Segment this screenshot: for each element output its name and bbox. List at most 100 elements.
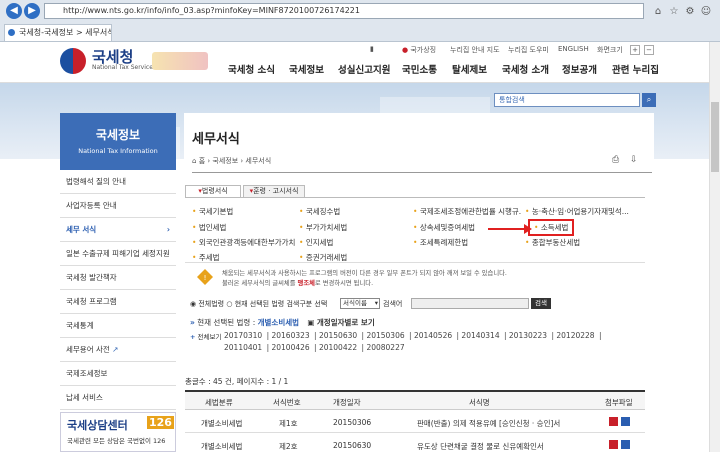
page-scrollbar[interactable] (709, 42, 720, 452)
total-count: 총글수 : 45 건, 페이지수 : 1 / 1 (185, 377, 289, 386)
date-link[interactable]: 20170310 (224, 331, 262, 340)
star-icon[interactable]: ☆ (668, 6, 680, 18)
search-icon[interactable]: ⌕ (642, 93, 656, 107)
call-center-subtitle: 국세관련 모든 상담은 국번없이 126 (67, 437, 166, 445)
cell-date: 20150306 (333, 418, 372, 427)
print-icon[interactable]: ⎙ (612, 155, 619, 165)
search-button[interactable]: 검색 (531, 298, 551, 309)
global-search-input[interactable]: 통합검색 (494, 93, 640, 107)
gear-icon[interactable]: ⚙ (684, 6, 696, 18)
sidebar-item-publications[interactable]: 국세청 발간책자 (60, 266, 176, 290)
date-link[interactable]: 20150306 (366, 331, 404, 340)
address-bar[interactable]: http://www.nts.go.kr/info/info_03.asp?mi… (44, 3, 644, 19)
selected-law-row: » 현재 선택된 법령 : 개별소비세법 ▣ 개정일자별로 보기 (190, 317, 375, 328)
home-icon[interactable]: ⌂ (652, 6, 664, 18)
util-national-symbol[interactable]: ● 국가상징 (402, 45, 436, 55)
sidebar-item-japan-support[interactable]: 일본 수출규제 피해기업 세정지원 (60, 242, 176, 266)
gnb-related[interactable]: 관련 누리집 (612, 62, 659, 76)
radio-all-icon[interactable]: ◉ (190, 300, 196, 308)
sidebar-item-intl-tax[interactable]: 국제조세정보 (60, 362, 176, 386)
sidebar-item-programs[interactable]: 국세청 프로그램 (60, 290, 176, 314)
search-keyword-input[interactable] (411, 298, 529, 309)
gnb-support[interactable]: 성실신고지원 (338, 62, 390, 76)
category-special[interactable]: • 조세특례제한법 (413, 237, 468, 248)
scrollbar-thumb[interactable] (711, 102, 719, 172)
gnb-about[interactable]: 국세청 소개 (502, 62, 549, 76)
date-link[interactable]: 20140314 (461, 331, 499, 340)
smiley-icon[interactable]: ☺ (700, 6, 712, 18)
category-property[interactable]: • 종합부동산세법 (525, 237, 580, 248)
browser-tab[interactable]: 국세청-국세정보 > 세무서식... (4, 24, 112, 41)
category-corporate[interactable]: • 법인세법 (192, 222, 226, 233)
revision-date-link[interactable]: 개정일자별로 보기 (317, 318, 375, 327)
breadcrumb-taxinfo[interactable]: 국세정보 (212, 157, 238, 165)
radio-current-icon[interactable]: ○ (226, 300, 232, 308)
download-icon[interactable]: ⇩ (630, 155, 638, 165)
category-intl-adjust[interactable]: • 국제조세조정에관한법률 시행규... (413, 206, 521, 217)
gnb-report[interactable]: 탈세제보 (452, 62, 487, 76)
sidebar-item-dictionary[interactable]: 세무용어 사전 ↗ (60, 338, 176, 362)
date-link[interactable]: 20160323 (271, 331, 309, 340)
view-all-link[interactable]: + 전체보기 (190, 331, 221, 341)
category-stamp[interactable]: • 인지세법 (299, 237, 333, 248)
sidebar-item-registration[interactable]: 사업자등록 안내 (60, 194, 176, 218)
date-link[interactable]: 20080227 (366, 343, 404, 352)
date-link[interactable]: 20120228 (556, 331, 594, 340)
zoom-out-button[interactable]: − (644, 45, 654, 55)
radio-current-label[interactable]: 현재 선택된 법령 검색구분 선택 (235, 300, 328, 308)
call-center-number: 126 (147, 416, 174, 429)
category-income-tax[interactable]: • 소득세법 (528, 219, 575, 236)
cell-name[interactable]: 판매(반출) 의제 적용유예 [승인신청 · 승인]서 (417, 418, 593, 429)
category-jingsu[interactable]: • 국세징수법 (299, 206, 340, 217)
zoom-in-button[interactable]: + (630, 45, 640, 55)
sidebar-item-statistics[interactable]: 국세통계 (60, 314, 176, 338)
sidebar-item-service[interactable]: 납세 서비스 (60, 386, 176, 410)
pdf-file-icon[interactable] (621, 417, 630, 426)
table-row[interactable]: 개별소비세법 제2호 20150630 유도상 단련채굴 결정 물로 신유예확인… (185, 434, 645, 452)
selected-law-prefix: 현재 선택된 법령 : (197, 318, 256, 327)
tab-label: 법령서식 (201, 187, 228, 195)
back-icon[interactable]: ◀ (6, 3, 22, 19)
search-type-select[interactable]: 서식이름 ▾ (340, 298, 380, 309)
pdf-file-icon[interactable] (621, 440, 630, 449)
util-helper[interactable]: 누리집 도우미 (508, 45, 549, 55)
sidebar-item-interpretation[interactable]: 법령해석 질의 안내 (60, 170, 176, 194)
sidebar-item-tax-forms[interactable]: 세무 서식 › (60, 218, 176, 242)
table-row[interactable]: 개별소비세법 제1호 20150306 판매(반출) 의제 적용유예 [승인신청… (185, 411, 645, 433)
date-link[interactable]: 20110401 (224, 343, 262, 352)
logo-subtitle: National Tax Service (92, 64, 153, 71)
gnb-disclosure[interactable]: 정보공개 (562, 62, 597, 76)
gnb-news[interactable]: 국세청 소식 (228, 62, 275, 76)
hwp-file-icon[interactable] (609, 440, 618, 449)
call-center-banner[interactable]: 국세상담센터 126 국세관련 모든 상담은 국번없이 126 (60, 412, 176, 452)
category-vat[interactable]: • 부가가치세법 (299, 222, 347, 233)
bar-icon: ▮ (370, 45, 374, 53)
tab-directive-forms[interactable]: ▾훈령 · 고시서식 (243, 185, 305, 197)
date-link[interactable]: 20100422 (319, 343, 357, 352)
category-agri[interactable]: • 농·축산·임·어업용기자재및석... (525, 206, 645, 217)
home-icon[interactable]: ⌂ (192, 157, 196, 165)
filter-bar: ◉ 전체법령 ○ 현재 선택된 법령 검색구분 선택 (190, 299, 327, 309)
nts-logo-icon[interactable] (60, 48, 86, 74)
forward-icon[interactable]: ▶ (24, 3, 40, 19)
revision-dates: 20170310 | 20160323 | 20150630 | 2015030… (224, 331, 602, 352)
tab-label: 훈령 · 고시서식 (253, 187, 299, 195)
gnb-communication[interactable]: 국민소통 (402, 62, 437, 76)
date-link[interactable]: 20150630 (319, 331, 357, 340)
gnb-taxinfo[interactable]: 국세정보 (289, 62, 324, 76)
util-english[interactable]: ENGLISH (558, 45, 589, 53)
tab-law-forms[interactable]: ▾법령서식 (185, 185, 241, 197)
util-sitemap[interactable]: 누리집 안내 지도 (450, 45, 500, 55)
date-link[interactable]: 20130223 (509, 331, 547, 340)
cell-name[interactable]: 유도상 단련채굴 결정 물로 신유예확인서 (417, 441, 593, 452)
date-link[interactable]: 20140526 (414, 331, 452, 340)
hwp-file-icon[interactable] (609, 417, 618, 426)
cell-no: 제2호 (279, 442, 298, 451)
radio-all-label[interactable]: 전체법령 (198, 300, 224, 308)
date-link[interactable]: 20100426 (271, 343, 309, 352)
category-tourist-vat[interactable]: • 외국인관광객등에대한부가가치... (192, 237, 296, 248)
category-inheritance[interactable]: • 상속세및증여세법 (413, 222, 475, 233)
breadcrumb-home[interactable]: 홈 (199, 157, 205, 165)
divider (185, 262, 645, 263)
category-gukse-gibon[interactable]: • 국세기본법 (192, 206, 233, 217)
